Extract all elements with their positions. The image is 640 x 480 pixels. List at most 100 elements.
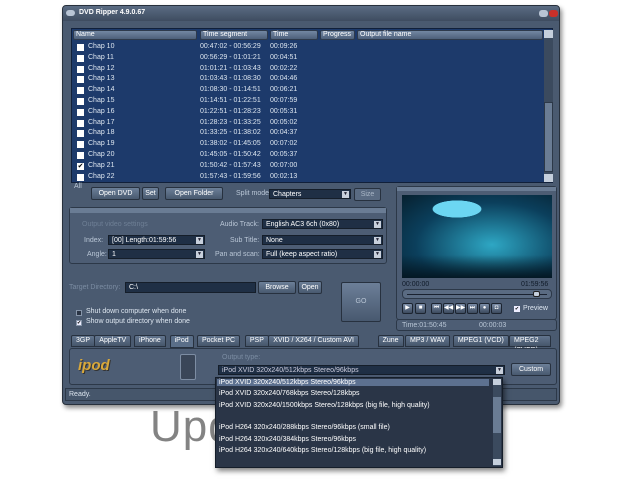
table-row[interactable]: Chap 11 00:56:29 - 01:01:21 00:04:51 <box>72 53 542 64</box>
seek-slider[interactable] <box>402 289 552 299</box>
tab-iphone[interactable]: iPhone <box>134 335 166 347</box>
chapter-list[interactable]: Name Time segment Time Progress Output f… <box>71 28 553 183</box>
index-label: Index: <box>84 237 104 244</box>
skip-end-icon[interactable]: ⏭ <box>467 303 478 314</box>
table-row[interactable]: Chap 22 01:57:43 - 01:59:56 00:02:13 <box>72 172 542 183</box>
fast-forward-icon[interactable]: ▶▶ <box>455 303 466 314</box>
header-output-file[interactable]: Output file name <box>357 30 543 40</box>
scroll-down-button[interactable] <box>493 459 501 465</box>
row-checkbox[interactable] <box>77 44 84 51</box>
tab-mpeg2-svcd-[interactable]: MPEG2 (SVCD) <box>509 335 551 354</box>
row-checkbox[interactable] <box>77 152 84 159</box>
tab-pocket-pc[interactable]: Pocket PC <box>197 335 241 347</box>
open-folder-button[interactable]: Open Folder <box>165 187 223 200</box>
set-button[interactable]: Set <box>142 187 159 200</box>
row-checkbox[interactable] <box>77 141 84 149</box>
scroll-thumb[interactable] <box>544 102 553 172</box>
output-type-select[interactable]: iPod XVID 320x240/512kbps Stereo/96kbps ▼ <box>218 365 505 375</box>
tab-xvid-x264-custom-avi[interactable]: XVID / X264 / Custom AVI <box>268 335 359 347</box>
table-row[interactable]: Chap 14 01:08:30 - 01:14:51 00:06:21 <box>72 85 542 96</box>
header-time[interactable]: Time <box>270 30 318 40</box>
shutdown-checkbox[interactable] <box>76 310 82 316</box>
chevron-down-icon: ▼ <box>342 191 349 198</box>
scroll-up-button[interactable] <box>493 379 501 385</box>
seek-thumb[interactable] <box>533 291 541 297</box>
record-icon[interactable]: ● <box>479 303 490 314</box>
row-checkbox[interactable] <box>77 54 84 62</box>
angle-select[interactable]: 1 ▼ <box>108 249 205 259</box>
show-directory-label: Show output directory when done <box>86 318 190 325</box>
row-checkbox[interactable] <box>77 119 84 127</box>
tab-zune[interactable]: Zune <box>377 335 404 347</box>
dropdown-option[interactable]: iPod H264 320x240/640kbps Stereo/128kbps… <box>219 447 426 454</box>
target-directory-input[interactable]: C:\ <box>125 282 256 293</box>
row-checkbox[interactable] <box>77 98 84 105</box>
size-button[interactable]: Size <box>354 188 381 201</box>
stop-icon[interactable]: ■ <box>415 303 426 314</box>
duration: 00:09:26 <box>270 43 298 50</box>
table-row[interactable]: Chap 13 01:03:43 - 01:08:30 00:04:46 <box>72 74 542 85</box>
row-checkbox[interactable] <box>77 130 84 138</box>
play-icon[interactable]: ▶ <box>402 303 413 314</box>
tab-psp[interactable]: PSP <box>244 335 269 347</box>
row-checkbox[interactable]: ✔ <box>77 162 84 170</box>
scroll-thumb[interactable] <box>493 397 501 433</box>
header-time-segment[interactable]: Time segment <box>200 30 268 40</box>
pan-scan-select[interactable]: Full (keep aspect ratio) ▼ <box>262 249 383 259</box>
close-button[interactable] <box>549 10 558 17</box>
tab-mp3-wav[interactable]: MP3 / WAV <box>405 335 451 347</box>
show-directory-checkbox[interactable]: ✔ <box>76 320 82 326</box>
table-row[interactable]: Chap 15 01:14:51 - 01:22:51 00:07:59 <box>72 96 542 107</box>
row-checkbox[interactable] <box>77 76 84 84</box>
split-mode-select[interactable]: Chapters ▼ <box>269 189 351 199</box>
preview-checkbox[interactable]: ✔ <box>514 306 520 312</box>
index-select[interactable]: [00] Length:01:59:56 ▼ <box>108 235 205 245</box>
table-row[interactable]: Chap 18 01:33:25 - 01:38:02 00:04:37 <box>72 128 542 139</box>
row-checkbox[interactable] <box>77 173 84 181</box>
header-progress[interactable]: Progress <box>320 30 355 40</box>
camera-icon[interactable]: ◘ <box>491 303 502 314</box>
table-row[interactable]: Chap 19 01:38:02 - 01:45:05 00:07:02 <box>72 139 542 150</box>
window-title: DVD Ripper 4.9.0.67 <box>79 9 146 16</box>
scroll-down-button[interactable] <box>544 174 553 182</box>
audio-track-value: English AC3 6ch (0x80) <box>266 221 340 228</box>
pan-scan-value: Full (keep aspect ratio) <box>266 251 338 258</box>
go-button[interactable]: GO <box>341 282 381 322</box>
table-row[interactable]: Chap 20 01:45:05 - 01:50:42 00:05:37 <box>72 150 542 161</box>
row-checkbox[interactable] <box>77 87 84 95</box>
minimize-button[interactable] <box>539 10 548 17</box>
dropdown-option[interactable]: iPod XVID 320x240/512kbps Stereo/96kbps <box>217 379 489 386</box>
chapter-name: Chap 22 <box>88 172 115 180</box>
dropdown-option[interactable]: iPod H264 320x240/288kbps Stereo/96kbps … <box>219 424 390 431</box>
table-row[interactable]: ✔ Chap 21 01:50:42 - 01:57:43 00:07:00 <box>72 161 542 172</box>
skip-start-icon[interactable]: ⏮ <box>431 303 442 314</box>
tab-3gp[interactable]: 3GP <box>71 335 96 347</box>
table-row[interactable]: Chap 17 01:28:23 - 01:33:25 00:05:02 <box>72 118 542 129</box>
list-scrollbar[interactable] <box>544 30 553 182</box>
tab-ipod[interactable]: iPod <box>169 335 194 348</box>
row-checkbox[interactable] <box>77 65 84 73</box>
output-type-label: Output type: <box>222 354 261 361</box>
table-row[interactable]: Chap 16 01:22:51 - 01:28:23 00:05:31 <box>72 107 542 118</box>
open-dvd-button[interactable]: Open DVD <box>91 187 140 200</box>
audio-track-select[interactable]: English AC3 6ch (0x80) ▼ <box>262 219 383 229</box>
dropdown-scrollbar[interactable] <box>493 379 501 466</box>
table-row[interactable]: Chap 12 01:01:21 - 01:03:43 00:02:22 <box>72 64 542 75</box>
scroll-up-button[interactable] <box>544 30 553 38</box>
dropdown-option[interactable]: iPod XVID 320x240/768kbps Stereo/128kbps <box>219 390 360 397</box>
header-name[interactable]: Name <box>73 30 197 40</box>
custom-button[interactable]: Custom <box>511 363 551 376</box>
row-checkbox[interactable] <box>77 108 84 116</box>
table-row[interactable]: Chap 10 00:47:02 - 00:56:29 00:09:26 <box>72 42 542 53</box>
rewind-icon[interactable]: ◀◀ <box>443 303 454 314</box>
subtitle-select[interactable]: None ▼ <box>262 235 383 245</box>
dropdown-option[interactable]: iPod H264 320x240/384kbps Stereo/96kbps <box>219 436 356 443</box>
dropdown-option[interactable]: iPod XVID 320x240/1500kbps Stereo/128kbp… <box>219 402 430 409</box>
browse-button[interactable]: Browse <box>258 281 296 294</box>
open-button[interactable]: Open <box>298 281 322 294</box>
tab-mpeg1-vcd-[interactable]: MPEG1 (VCD) <box>452 335 509 347</box>
chapter-name: Chap 20 <box>88 151 115 158</box>
tab-appletv[interactable]: AppleTV <box>94 335 132 347</box>
output-type-dropdown[interactable]: iPod XVID 320x240/512kbps Stereo/96kbps i… <box>215 377 503 468</box>
time-segment: 01:28:23 - 01:33:25 <box>200 118 261 126</box>
